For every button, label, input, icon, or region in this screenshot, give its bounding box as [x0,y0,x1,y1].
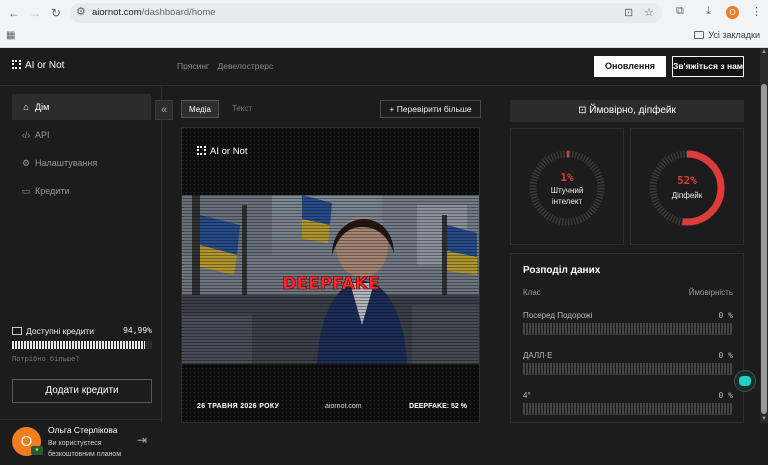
dist-row: Посеред Подорожі 0 % [523,311,733,343]
check-more-button[interactable]: + Перевірити більше [380,100,481,118]
menu-kebab-icon[interactable]: ⋮ [751,5,762,18]
forward-icon[interactable]: → [27,5,43,21]
profile-avatar[interactable]: О [726,6,739,19]
scroll-up-icon[interactable]: ▲ [760,48,768,56]
verdict-banner: ⊡ Ймовірно, діпфейк [510,100,744,122]
logo[interactable]: AI or Not [12,60,64,71]
dist-col-class: Клас [523,288,541,297]
contact-button[interactable]: Зв'яжіться з нами [672,56,744,77]
credits-progress-bar [12,341,152,349]
footer-date: 26 ТРАВНЯ 2026 РОКУ [197,403,280,410]
scroll-down-icon[interactable]: ▼ [760,415,768,423]
bookmark-star-icon[interactable]: ☆ [644,6,654,19]
chat-widget-button[interactable] [734,370,756,392]
add-credits-button[interactable]: Додати кредити [12,379,152,403]
bookmarks-bar: ▦ Усі закладки [0,26,768,46]
sidebar-item-home[interactable]: ⌂ Дім [12,94,151,120]
dist-row-name: Посеред Подорожі [523,311,593,320]
dist-row-bar [523,363,733,375]
dist-col-probability: Ймовірність [688,288,733,297]
top-links: Прясинг Девелострерс [177,61,279,71]
site-settings-icon[interactable]: ⚙ [76,5,86,18]
credits-percent: 94,99% [123,326,152,335]
data-distribution-panel: Розподіл даних Клас Ймовірність Посеред … [510,253,744,423]
deepfake-overlay-label: DEEPFAKE [282,274,379,294]
gauge-deepfake-value: 52% [677,174,697,187]
scan-icon: ⊡ [578,105,590,116]
dist-row-bar [523,403,733,415]
analyzed-photo: DEEPFAKE [182,195,479,364]
gauge-ai-value: 1% [560,171,574,184]
dist-header: Клас Ймовірність [523,288,733,297]
footer-verdict: DEEPFAKE: 52 % [409,403,467,410]
credits-progress-fill [12,341,145,349]
logo-mark-icon [197,146,206,155]
gauge-ai-label: Штучний інтелект [550,186,584,206]
scrollbar-thumb[interactable] [761,84,767,414]
address-bar[interactable]: ⚙ aiornot.com/dashboard/home ⊡ ☆ [70,3,662,23]
sidebar-item-credits[interactable]: ▭ Кредити [12,178,151,204]
code-icon: ‹/› [21,130,31,140]
dist-row-name: 4° [523,391,531,400]
dist-row-pct: 0 % [718,351,733,360]
page-scrollbar[interactable]: ▲ ▼ [760,48,768,423]
deepfake-overlay: DEEPFAKE [282,274,380,295]
link-pricing[interactable]: Прясинг [177,61,209,71]
gear-icon: ⚙ [21,158,31,168]
apps-grid-icon[interactable]: ▦ [6,30,15,41]
user-plan: Ви користуєтеся безкоштовним планом [48,440,122,458]
chat-icon [739,376,751,386]
collapse-sidebar-button[interactable]: « [155,100,173,120]
logo-mark-icon [12,60,21,69]
extensions-icon[interactable]: ⧉ [676,5,684,18]
dist-row-name: ДАЛЛ·Е [523,351,553,360]
result-card: AI or Not DEEPFAKE 26 ТРАВНЯ 2026 РОКУ a… [181,127,480,423]
gauge-ring-deepfake [649,150,725,226]
user-name: Ольга Стерлікова [48,425,118,435]
dist-row-bar [523,323,733,335]
credits-available: Доступні кредити 94,99% [12,326,152,336]
plan-badge-icon: ★ [31,446,43,455]
browser-chrome: ← → ↻ ⚙ aiornot.com/dashboard/home ⊡ ☆ ⧉… [0,0,768,48]
sidebar: ⌂ Дім ‹/› API ⚙ Налаштування ▭ Кредити Досту… [0,86,162,458]
sidebar-item-api[interactable]: ‹/› API [12,122,151,148]
gauge-deepfake: 52% Діпфейк [630,128,744,245]
top-bar: AI or Not Прясинг Девелострерс Оновлення… [0,48,760,86]
footer-site: aiornot.com [325,403,362,410]
dist-row-pct: 0 % [718,391,733,400]
logout-icon[interactable]: ⇥ [137,433,147,447]
user-panel: О ★ Ольга Стерлікова Ви користуєтеся без… [0,419,162,465]
tab-media[interactable]: Медіа [181,100,219,118]
gauge-deepfake-label: Діпфейк [671,191,703,200]
app-root: AI or Not Прясинг Девелострерс Оновлення… [0,48,760,458]
reload-icon[interactable]: ↻ [48,5,64,21]
need-more-text: Потрібно більше? [12,355,80,363]
home-icon: ⌂ [23,102,29,112]
dist-row: ДАЛЛ·Е 0 % [523,351,733,383]
card-icon: ▭ [21,186,31,196]
link-developers[interactable]: Девелострерс [218,61,274,71]
update-button[interactable]: Оновлення [594,56,666,77]
credits-icon [12,327,22,335]
back-icon[interactable]: ← [6,5,22,21]
folder-icon [694,31,705,39]
translate-icon[interactable]: ⊡ [624,6,633,19]
dist-row: 4° 0 % [523,391,733,423]
card-logo: AI or Not [197,146,248,157]
dist-title: Розподіл даних [523,265,601,276]
tab-text[interactable]: Текст [223,100,261,118]
download-icon[interactable]: ⤓ [706,5,711,18]
sidebar-item-settings[interactable]: ⚙ Налаштування [12,150,151,176]
all-bookmarks[interactable]: Усі закладки [694,30,760,40]
url-text[interactable]: aiornot.com/dashboard/home [92,7,216,18]
gauge-ai: 1% Штучний інтелект [510,128,624,245]
dist-row-pct: 0 % [718,311,733,320]
